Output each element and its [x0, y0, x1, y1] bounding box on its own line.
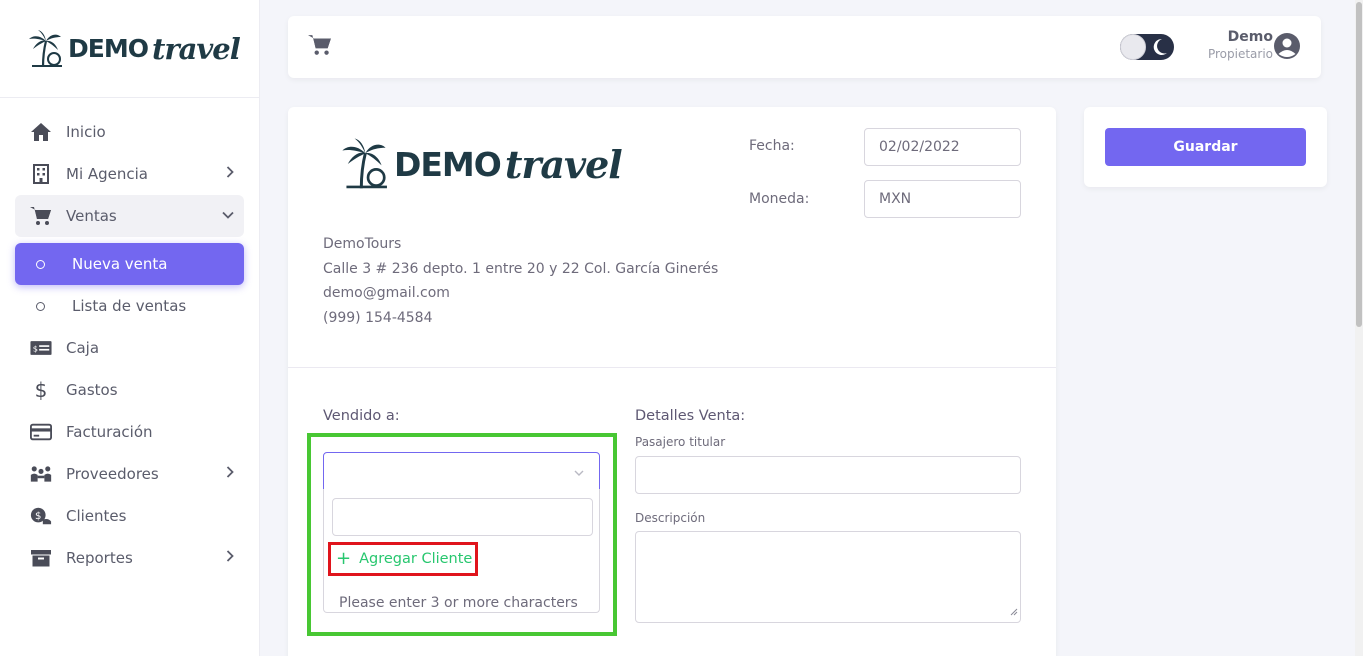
dollar-icon: $ — [34, 378, 48, 402]
detalles-label: Detalles Venta: — [635, 408, 746, 424]
sidebar-item-caja[interactable]: $ Caja — [15, 327, 244, 369]
user-name: Demo — [1227, 29, 1273, 45]
archive-icon — [30, 547, 52, 569]
add-client-label: Agregar Cliente — [359, 551, 473, 567]
people-icon — [30, 463, 52, 485]
top-navbar: Demo Propietario — [288, 16, 1321, 78]
building-icon — [30, 163, 52, 185]
chevron-right-icon — [226, 550, 234, 566]
sidebar-item-label: Nueva venta — [72, 255, 168, 273]
sidebar-item-facturacion[interactable]: Facturación — [15, 411, 244, 453]
vendido-label: Vendido a: — [323, 408, 400, 424]
circle-icon — [36, 259, 45, 269]
sidebar-item-label: Proveedores — [66, 465, 159, 483]
cart-icon[interactable] — [308, 34, 332, 60]
brand-travel-text: travel — [504, 141, 623, 187]
add-client-button[interactable]: + Agregar Cliente — [328, 542, 478, 576]
dark-mode-toggle[interactable] — [1120, 34, 1174, 60]
sidebar-item-clientes[interactable]: $ Clientes — [15, 495, 244, 537]
plus-icon: + — [336, 548, 352, 569]
sidebar-item-label: Mi Agencia — [66, 165, 149, 183]
credit-card-icon — [30, 421, 52, 443]
actions-card: Guardar — [1084, 107, 1327, 187]
clients-icon: $ — [30, 505, 52, 527]
client-dropdown: + Agregar Cliente Please enter 3 or more… — [323, 489, 600, 613]
sidebar-item-label: Inicio — [66, 123, 106, 141]
sidebar-item-label: Clientes — [66, 507, 127, 525]
invoice-logo: DEMO travel — [338, 137, 623, 191]
pasajero-input[interactable] — [635, 456, 1021, 494]
moneda-input[interactable]: MXN — [864, 180, 1021, 218]
search-hint: Please enter 3 or more characters — [339, 595, 578, 611]
company-email: demo@gmail.com — [323, 285, 450, 301]
resize-grip-icon[interactable] — [1010, 601, 1018, 620]
user-info[interactable]: Demo Propietario — [1208, 29, 1273, 61]
sidebar: DEMO travel Inicio Mi Agencia Ventas Nue… — [0, 0, 260, 656]
moneda-label: Moneda: — [749, 191, 810, 207]
circle-icon — [36, 301, 45, 311]
sidebar-item-label: Gastos — [66, 381, 118, 399]
client-search-input[interactable] — [332, 498, 593, 536]
moon-icon — [1152, 38, 1168, 60]
descripcion-textarea[interactable] — [635, 531, 1021, 623]
cash-icon: $ — [30, 337, 52, 359]
brand-logo[interactable]: DEMO travel — [0, 0, 259, 98]
chevron-down-icon — [222, 208, 234, 223]
client-select[interactable] — [323, 452, 600, 490]
sidebar-nav: Inicio Mi Agencia Ventas Nueva venta Lis… — [0, 98, 259, 579]
sidebar-item-label: Lista de ventas — [72, 297, 187, 315]
svg-text:$: $ — [33, 344, 38, 354]
sidebar-item-mi-agencia[interactable]: Mi Agencia — [15, 153, 244, 195]
brand-demo-text: DEMO — [68, 34, 149, 63]
fecha-label: Fecha: — [749, 138, 795, 154]
avatar-icon[interactable] — [1273, 32, 1301, 64]
fecha-input[interactable]: 02/02/2022 — [864, 128, 1021, 166]
palm-tree-icon — [29, 29, 62, 67]
brand-demo-text: DEMO — [394, 144, 502, 184]
sidebar-item-reportes[interactable]: Reportes — [15, 537, 244, 579]
section-divider — [288, 367, 1056, 368]
sidebar-item-proveedores[interactable]: Proveedores — [15, 453, 244, 495]
descripcion-label: Descripción — [635, 511, 706, 525]
save-button[interactable]: Guardar — [1105, 128, 1306, 166]
sidebar-item-label: Caja — [66, 339, 100, 357]
sidebar-item-nueva-venta[interactable]: Nueva venta — [15, 243, 244, 285]
chevron-down-icon — [573, 464, 585, 483]
company-phone: (999) 154-4584 — [323, 309, 433, 326]
sidebar-item-lista-de-ventas[interactable]: Lista de ventas — [15, 285, 244, 327]
brand-travel-text: travel — [151, 31, 241, 66]
toggle-knob — [1120, 34, 1146, 60]
sidebar-item-inicio[interactable]: Inicio — [15, 111, 244, 153]
svg-text:$: $ — [35, 511, 41, 522]
pasajero-label: Pasajero titular — [635, 435, 726, 449]
home-icon — [30, 121, 52, 143]
company-info: DemoTours Calle 3 # 236 depto. 1 entre 2… — [323, 232, 718, 330]
chevron-right-icon — [226, 466, 234, 482]
cart-icon — [30, 205, 52, 227]
company-name: DemoTours — [323, 236, 402, 252]
sidebar-item-label: Ventas — [66, 207, 117, 225]
sidebar-item-label: Facturación — [66, 423, 153, 441]
sidebar-item-ventas[interactable]: Ventas — [15, 195, 244, 237]
sidebar-item-label: Reportes — [66, 549, 133, 567]
palm-tree-icon — [342, 138, 387, 189]
invoice-card: DEMO travel Fecha: 02/02/2022 Moneda: MX… — [288, 107, 1056, 656]
sidebar-item-gastos[interactable]: $ Gastos — [15, 369, 244, 411]
user-role: Propietario — [1207, 47, 1273, 61]
chevron-right-icon — [226, 166, 234, 182]
page-scrollbar[interactable] — [1355, 0, 1363, 656]
scrollbar-thumb[interactable] — [1356, 2, 1362, 327]
company-address: Calle 3 # 236 depto. 1 entre 20 y 22 Col… — [323, 260, 719, 277]
